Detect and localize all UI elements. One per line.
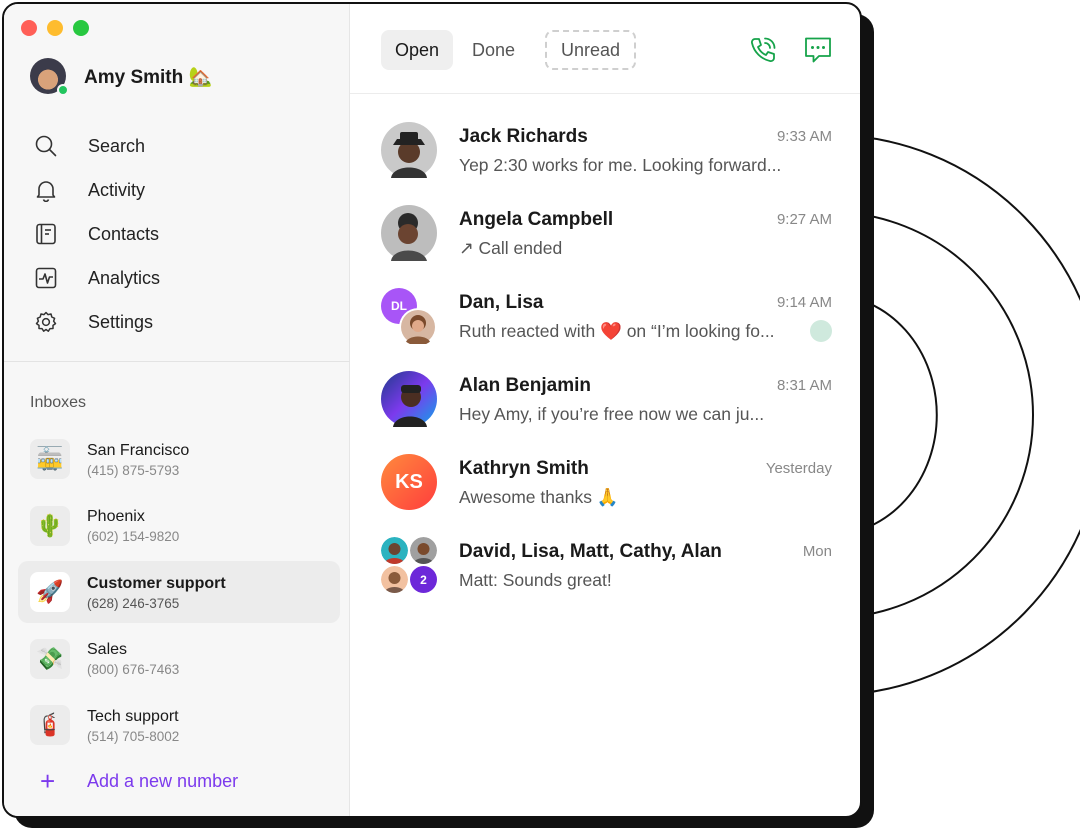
avatar [399,308,437,346]
message-time: 8:31 AM [776,377,832,394]
nav-item-label: Analytics [88,267,161,288]
message-time: Yesterday [765,460,832,477]
inbox-phone: (800) 676-7463 [87,662,180,677]
contact-name: Alan Benjamin [459,375,591,396]
analytics-icon [34,266,68,290]
contacts-icon [34,222,68,246]
inbox-phone: (415) 875-5793 [87,462,180,478]
nav-item-activity[interactable]: Activity [34,168,160,212]
rocket-icon: 🚀 [30,572,70,612]
nav-item-label: Settings [88,311,154,332]
profile-name: Amy Smith 🏡 [84,67,213,88]
inbox-sales[interactable]: 💸 Sales (800) 676-7463 [18,628,340,690]
message-time: 9:27 AM [776,211,832,228]
contact-name: Kathryn Smith [459,458,589,479]
avatar [381,205,437,261]
nav-item-label: Search [88,135,146,156]
conversation-row[interactable]: 2 David, Lisa, Matt, Cathy, Alan Mon Mat… [350,519,860,602]
conversation-row[interactable]: Alan Benjamin 8:31 AM Hey Amy, if you’re… [350,353,860,436]
plus-icon: + [40,766,56,796]
close-window-button[interactable] [21,20,37,36]
nav-item-search[interactable]: Search [34,124,160,168]
money-icon: 💸 [30,638,70,679]
minimize-window-button[interactable] [47,20,63,36]
conversation-row[interactable]: KS Kathryn Smith Yesterday Awesome thank… [350,436,860,519]
conversation-panel: Open Done Unread Jack Richards 9:33 AM Y… [350,4,860,816]
contact-name: Jack Richards [459,126,588,147]
nav-item-contacts[interactable]: Contacts [34,212,160,256]
sidebar: Amy Smith 🏡 Search Activity Contacts Ana… [4,4,350,816]
contact-name: Angela Campbell [459,209,614,230]
sidebar-divider [4,361,350,362]
add-number-label: Add a new number [87,770,239,791]
avatar [381,566,408,593]
app-window: Amy Smith 🏡 Search Activity Contacts Ana… [2,2,862,818]
group-avatar: DL [381,288,437,346]
conversation-row[interactable]: Jack Richards 9:33 AM Yep 2:30 works for… [350,104,860,187]
contact-name: Dan, Lisa [459,292,544,313]
more-participants-badge: 2 [410,566,437,593]
inbox-phone: (602) 154-9820 [87,529,180,544]
conversation-row[interactable]: DL Dan, Lisa 9:14 AM Ruth reacted with ❤… [350,270,860,353]
gear-icon [34,310,68,334]
group-avatar: 2 [381,537,437,593]
inbox-name: Tech support [87,707,179,725]
fire-extinguisher-icon: 🧯 [30,705,70,745]
add-number-button[interactable]: + Add a new number [40,768,238,794]
search-icon [34,134,68,158]
message-preview: Awesome thanks 🙏 [459,487,619,507]
avatar [381,371,437,427]
inbox-name: Sales [87,641,128,658]
message-time: 9:14 AM [776,294,832,311]
conversation-row[interactable]: Angela Campbell 9:27 AM ↗ Call ended [350,187,860,270]
inbox-phone: (628) 246-3765 [87,595,180,611]
tram-icon: 🚋 [30,439,70,479]
user-profile[interactable]: Amy Smith 🏡 [30,58,212,96]
tab-unread[interactable]: Unread [545,30,637,70]
sidebar-nav: Search Activity Contacts Analytics Setti… [34,124,160,344]
message-preview: Yep 2:30 works for me. Looking forward..… [459,155,782,175]
nav-item-label: Activity [88,179,146,200]
inbox-name: Phoenix [87,508,145,525]
nav-item-settings[interactable]: Settings [34,300,160,344]
bell-icon [34,178,68,202]
contact-name: David, Lisa, Matt, Cathy, Alan [459,541,722,562]
avatar [381,122,437,178]
message-preview: ↗ Call ended [459,238,563,258]
inbox-name: Customer support [87,574,226,592]
avatar [30,58,69,96]
nav-item-label: Contacts [88,223,160,244]
inbox-name: San Francisco [87,441,190,459]
message-preview: Hey Amy, if you’re free now we can ju... [459,404,765,424]
avatar [410,537,437,564]
conversation-toolbar: Open Done Unread [350,4,860,94]
nav-item-analytics[interactable]: Analytics [34,256,160,300]
window-controls [21,20,89,36]
message-time: Mon [802,543,832,560]
tab-done[interactable]: Done [458,30,529,70]
inbox-customer-support[interactable]: 🚀 Customer support (628) 246-3765 [18,561,340,623]
message-time: 9:33 AM [776,128,832,145]
inbox-list: 🚋 San Francisco (415) 875-5793 🌵 Phoenix… [18,428,340,761]
new-message-icon[interactable] [802,34,834,66]
message-preview: Matt: Sounds great! [459,570,612,590]
message-preview: Ruth reacted with ❤️ on “I’m looking fo.… [459,321,775,341]
maximize-window-button[interactable] [73,20,89,36]
inbox-phone: (514) 705-8002 [87,728,180,744]
online-status-indicator [57,84,69,96]
reactor-avatar [810,320,832,342]
initials-avatar: KS [381,454,437,510]
inbox-phoenix[interactable]: 🌵 Phoenix (602) 154-9820 [18,495,340,557]
conversation-list: Jack Richards 9:33 AM Yep 2:30 works for… [350,104,860,602]
inboxes-heading: Inboxes [30,394,87,411]
cactus-icon: 🌵 [30,505,70,546]
tab-open[interactable]: Open [381,30,454,70]
phone-call-icon[interactable] [747,34,779,66]
avatar [381,537,408,564]
inbox-san-francisco[interactable]: 🚋 San Francisco (415) 875-5793 [18,428,340,490]
inbox-tech-support[interactable]: 🧯 Tech support (514) 705-8002 [18,694,340,756]
